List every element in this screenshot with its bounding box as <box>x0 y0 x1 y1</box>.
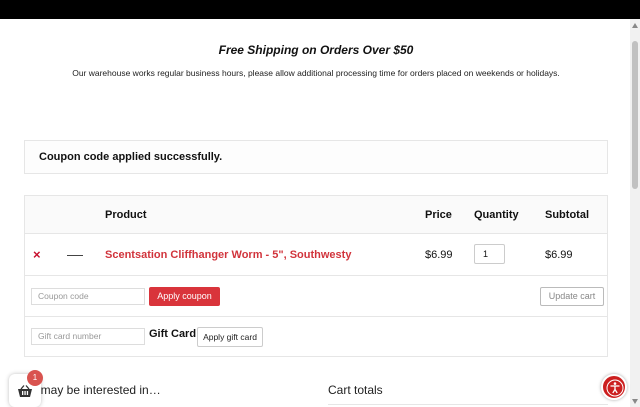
gift-card-label: Gift Card: <box>149 328 200 340</box>
quantity-input[interactable]: 1 <box>474 244 505 264</box>
basket-icon <box>18 385 32 397</box>
table-row: × Scentsation Cliffhanger Worm - 5", Sou… <box>25 234 607 276</box>
scroll-up-arrow-icon[interactable] <box>632 23 638 28</box>
cart-table-header: Product Price Quantity Subtotal <box>25 196 607 234</box>
cart-table: Product Price Quantity Subtotal × Scents… <box>24 195 608 357</box>
product-thumbnail[interactable] <box>67 255 83 256</box>
item-price: $6.99 <box>425 249 453 261</box>
interested-heading: ı may be interested in… <box>34 383 161 397</box>
divider <box>328 404 608 405</box>
gift-card-row: Gift card number Gift Card: Apply gift c… <box>25 317 607 357</box>
header-quantity: Quantity <box>474 209 519 221</box>
notice-message: Coupon code applied successfully. <box>39 151 223 163</box>
header-subtotal: Subtotal <box>545 209 589 221</box>
header-price: Price <box>425 209 452 221</box>
header-product: Product <box>105 209 147 221</box>
cart-totals-heading: Cart totals <box>328 383 383 397</box>
item-subtotal: $6.99 <box>545 249 573 261</box>
apply-coupon-button[interactable]: Apply coupon <box>149 287 220 306</box>
apply-gift-card-button[interactable]: Apply gift card <box>197 327 263 347</box>
promo-title: Free Shipping on Orders Over $50 <box>218 43 414 57</box>
update-cart-button[interactable]: Update cart <box>540 287 604 306</box>
accessibility-button[interactable] <box>601 374 627 400</box>
gift-card-input[interactable]: Gift card number <box>31 328 145 345</box>
cart-count-badge: 1 <box>27 370 43 386</box>
top-bar <box>0 0 640 19</box>
scroll-thumb[interactable] <box>632 41 638 189</box>
remove-item-icon[interactable]: × <box>33 247 41 262</box>
scroll-down-arrow-icon[interactable] <box>632 399 638 404</box>
product-name-link[interactable]: Scentsation Cliffhanger Worm - 5", South… <box>105 249 351 261</box>
success-notice: Coupon code applied successfully. <box>24 140 608 174</box>
promo-text: Our warehouse works regular business hou… <box>72 68 560 78</box>
coupon-row: Coupon code Apply coupon Update cart <box>25 276 607 317</box>
accessibility-icon <box>606 379 624 397</box>
coupon-code-input[interactable]: Coupon code <box>31 288 145 305</box>
